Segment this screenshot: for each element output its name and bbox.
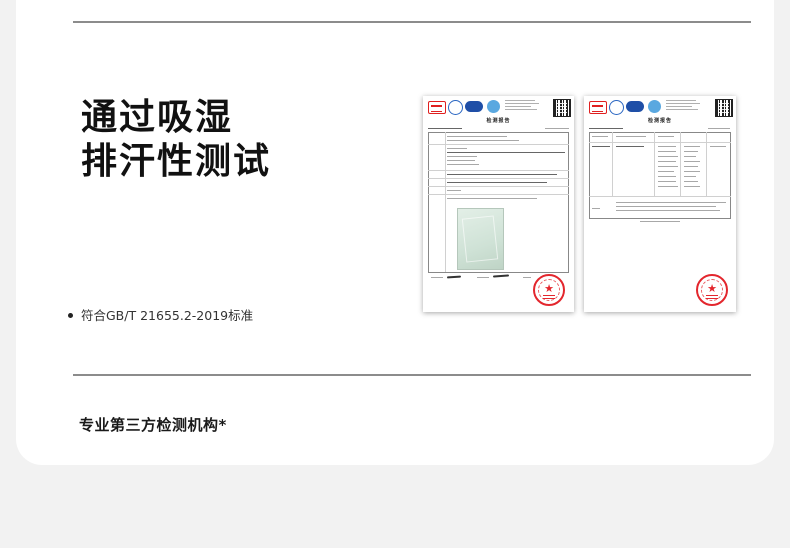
table-text-line	[592, 208, 600, 209]
table-text-line	[658, 166, 678, 167]
qr-code-icon	[715, 99, 733, 117]
table-row-line	[428, 144, 569, 145]
signature-icon	[492, 274, 510, 278]
table-row-line	[428, 170, 569, 171]
signature-label	[523, 277, 531, 278]
table-text-line	[447, 190, 461, 191]
signature-label	[431, 277, 443, 278]
seal-logo-icon	[609, 100, 624, 115]
table-row-line	[589, 196, 731, 197]
qr-code-icon	[553, 99, 571, 117]
official-seal-icon: ★	[533, 274, 565, 306]
table-text-line	[684, 156, 696, 157]
table-text-line	[447, 156, 477, 157]
table-text-line	[684, 181, 698, 182]
page-number	[708, 128, 730, 129]
headline-line-1: 通过吸湿	[81, 97, 234, 138]
table-bottom-border	[589, 218, 731, 219]
table-text-line	[658, 171, 674, 172]
table-bottom-border	[428, 272, 569, 273]
table-top-border	[589, 132, 731, 133]
table-text-line	[592, 136, 608, 137]
table-text-line	[684, 176, 696, 177]
table-text-line	[640, 221, 680, 222]
table-text-line	[616, 206, 716, 207]
table-text-line	[684, 146, 700, 147]
ilac-logo-icon	[648, 100, 661, 113]
table-text-line	[658, 181, 676, 182]
table-column-line	[445, 132, 446, 272]
table-text-line	[447, 148, 467, 149]
top-divider	[73, 21, 751, 23]
table-text-line	[658, 186, 678, 187]
table-text-line	[447, 136, 507, 137]
table-text-line	[447, 182, 547, 183]
headline: 通过吸湿 排汗性测试	[81, 96, 271, 184]
headline-line-2: 排汗性测试	[81, 141, 272, 182]
test-report-page-2: 检测报告 ★	[584, 96, 736, 312]
table-text-line	[592, 146, 610, 147]
report-number	[428, 128, 462, 129]
report-header-lines	[666, 100, 702, 112]
table-right-border	[730, 132, 731, 218]
table-text-line	[658, 156, 678, 157]
table-text-line	[616, 146, 644, 147]
table-text-line	[658, 161, 676, 162]
report-number	[589, 128, 623, 129]
signature-icon	[446, 275, 462, 279]
table-text-line	[616, 202, 726, 203]
fabric-sample-photo	[457, 208, 504, 270]
page-number	[545, 128, 569, 129]
table-text-line	[447, 160, 475, 161]
table-text-line	[447, 164, 479, 165]
standard-text: 符合GB/T 21655.2-2019标准	[81, 308, 254, 323]
table-text-line	[616, 136, 646, 137]
table-text-line	[447, 152, 565, 153]
table-text-line	[658, 176, 676, 177]
table-row-line	[428, 178, 569, 179]
standard-bullet: 符合GB/T 21655.2-2019标准	[68, 305, 253, 324]
ilac-logo-icon	[487, 100, 500, 113]
table-row-line	[589, 142, 731, 143]
test-report-page-1: 检测报告 ★	[423, 96, 574, 312]
bottom-divider	[73, 374, 751, 376]
table-text-line	[658, 146, 676, 147]
signature-label	[477, 277, 489, 278]
table-text-line	[684, 166, 698, 167]
cnas-logo-icon	[465, 101, 483, 112]
table-text-line	[684, 171, 700, 172]
seal-logo-icon	[448, 100, 463, 115]
report-header-lines	[505, 100, 541, 112]
bullet-dot-icon	[68, 313, 73, 318]
report-title: 检测报告	[647, 118, 672, 124]
third-party-note: 专业第三方检测机构*	[79, 416, 227, 434]
report-title: 检测报告	[486, 118, 511, 124]
table-text-line	[447, 174, 557, 175]
cnas-logo-icon	[626, 101, 644, 112]
cma-logo-icon	[428, 101, 446, 114]
table-text-line	[684, 186, 700, 187]
table-text-line	[447, 140, 519, 141]
cma-logo-icon	[589, 101, 607, 114]
table-text-line	[684, 151, 698, 152]
table-right-border	[568, 132, 569, 272]
table-left-border	[589, 132, 590, 218]
table-top-border	[428, 132, 569, 133]
table-text-line	[658, 136, 674, 137]
table-text-line	[616, 210, 720, 211]
table-text-line	[447, 198, 537, 199]
table-text-line	[684, 161, 700, 162]
table-left-border	[428, 132, 429, 272]
table-text-line	[658, 151, 676, 152]
table-text-line	[710, 146, 726, 147]
table-row-line	[428, 186, 569, 187]
official-seal-icon: ★	[696, 274, 728, 306]
table-row-line	[428, 194, 569, 195]
